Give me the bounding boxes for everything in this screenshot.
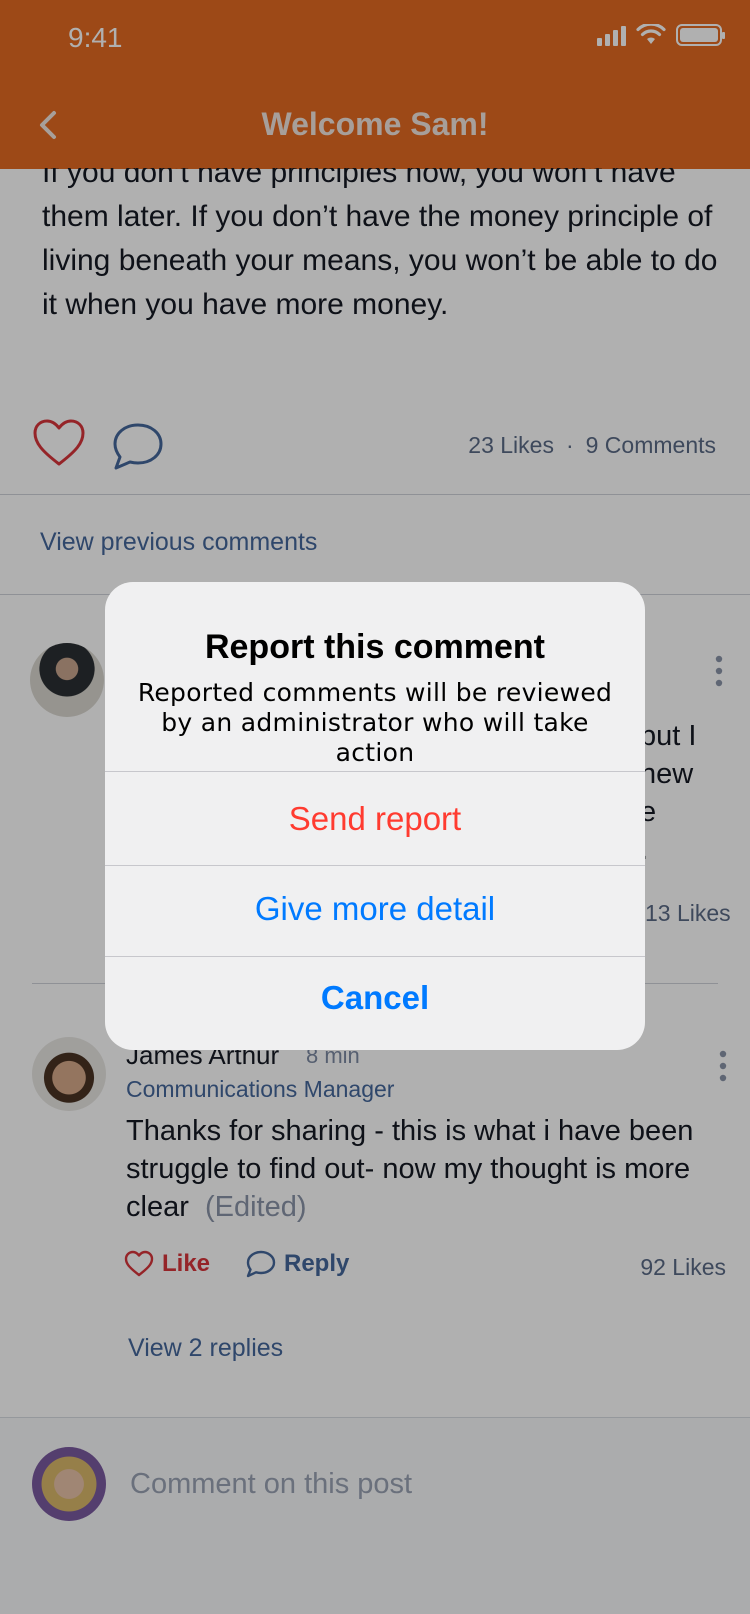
report-dialog: Report this comment Reported comments wi… [105,582,645,1050]
dialog-title: Report this comment [204,628,546,666]
give-more-detail-button[interactable]: Give more detail [105,890,645,928]
dialog-message: Reported comments will be reviewed by an… [137,678,613,767]
cancel-button[interactable]: Cancel [105,979,645,1017]
divider [105,956,645,957]
divider [105,771,645,772]
divider [105,865,645,866]
send-report-button[interactable]: Send report [105,800,645,838]
